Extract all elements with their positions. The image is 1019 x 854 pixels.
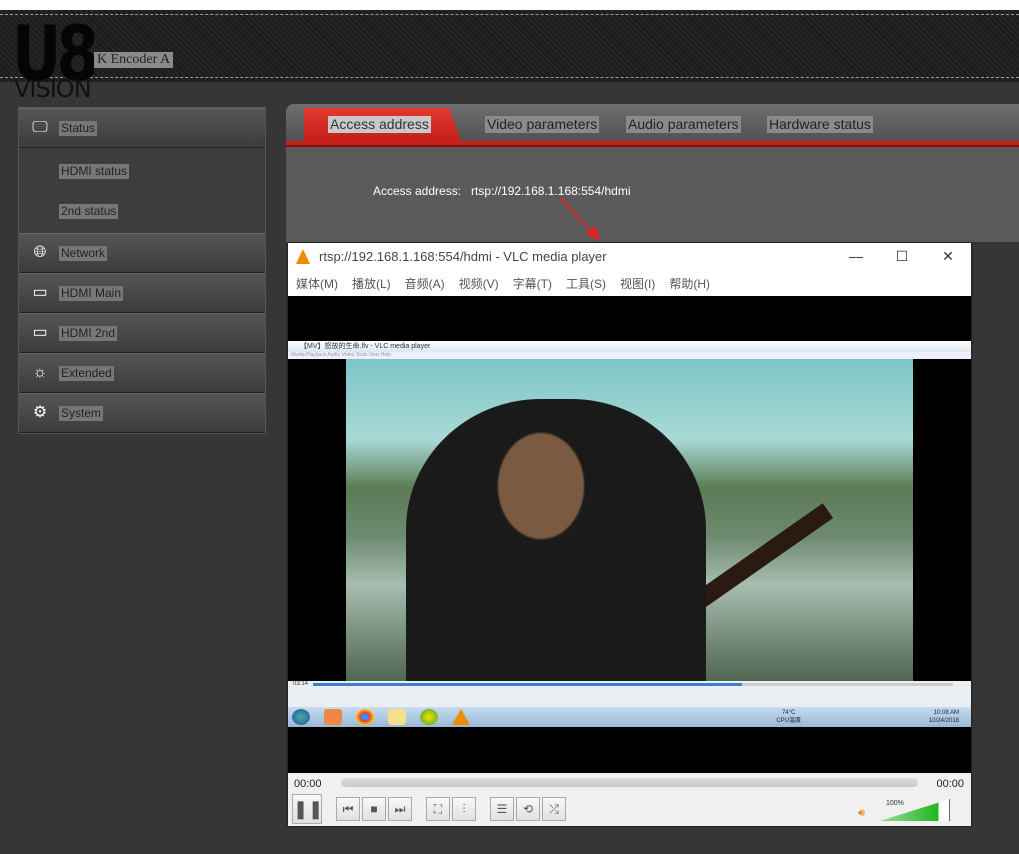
loop-button[interactable]: ⟲: [516, 797, 540, 821]
music-video-frame: [346, 359, 913, 681]
cpu-label: CPU温度: [776, 718, 801, 724]
menu-view[interactable]: 视图(I): [620, 275, 655, 292]
sidebar-item-system[interactable]: ⚙ System: [19, 393, 265, 433]
time-total: 00:00: [936, 778, 964, 790]
access-address-label: Access address:: [373, 184, 462, 198]
vlc-menubar: 媒体(M) 播放(L) 音频(A) 视频(V) 字幕(T) 工具(S) 视图(I) 帮助(H): [288, 270, 971, 296]
vlc-window: rtsp://192.168.1.168:554/hdmi - VLC medi…: [288, 243, 971, 826]
stop-button[interactable]: ■: [362, 797, 386, 821]
sidebar-item-hdmi-2nd[interactable]: ▭ HDMI 2nd: [19, 313, 265, 353]
menu-playback[interactable]: 播放(L): [352, 275, 391, 292]
sidebar-item-label: Network: [59, 245, 108, 261]
volume-percent: 100%: [886, 800, 904, 807]
inner-vlc-controls: 03:14: [288, 681, 971, 707]
status-submenu: HDMI status 2nd status: [19, 148, 265, 233]
logo-sub: VISION: [14, 75, 92, 103]
app-icon: [324, 709, 342, 725]
sidebar-item-hdmi-main[interactable]: ▭ HDMI Main: [19, 273, 265, 313]
start-icon: [292, 709, 310, 725]
sun-gear-icon: ☼: [32, 364, 48, 381]
inner-vlc-menu: Media Playback Audio Video Tools View He…: [288, 352, 971, 359]
vlc-title: rtsp://192.168.1.168:554/hdmi - VLC medi…: [319, 249, 607, 264]
sidebar-item-label: HDMI 2nd: [59, 325, 118, 341]
hdmi-icon: ▭: [32, 324, 48, 341]
header: U8 K Encoder A: [0, 10, 1019, 92]
equalizer-button[interactable]: ⫶: [452, 797, 476, 821]
access-address-value: rtsp://192.168.1.168:554/hdmi: [471, 184, 631, 198]
minimize-icon[interactable]: —: [833, 248, 879, 265]
next-button[interactable]: ⏭: [388, 797, 412, 821]
inner-vlc-title: 【MV】怒放的生命.flv - VLC media player: [288, 341, 971, 352]
top-strip: [0, 0, 1019, 10]
previous-button[interactable]: ⏮: [336, 797, 360, 821]
app-icon: [420, 709, 438, 725]
pause-button[interactable]: ❚❚: [292, 794, 323, 824]
folder-icon: [388, 709, 406, 725]
close-icon[interactable]: ✕: [925, 248, 971, 265]
streamed-desktop: 【MV】怒放的生命.flv - VLC media player Media P…: [288, 341, 971, 727]
sidebar-item-label: System: [59, 405, 104, 421]
inner-progress: [313, 683, 953, 686]
sidebar-subitem-hdmi-status[interactable]: HDMI status: [19, 164, 265, 204]
main-panel: Access address Video parameters Audio pa…: [286, 104, 1019, 242]
monitor-icon: 🖵: [32, 119, 48, 136]
cpu-temp: 74°C: [781, 710, 796, 716]
menu-tools[interactable]: 工具(S): [566, 275, 606, 292]
tab-hardware-status[interactable]: Hardware status: [767, 116, 873, 133]
globe-icon: 🌐︎: [33, 244, 47, 261]
menu-help[interactable]: 帮助(H): [669, 275, 710, 292]
vlc-cone-icon: [452, 709, 470, 725]
sidebar-item-network[interactable]: 🌐︎ Network: [19, 233, 265, 273]
sidebar-item-status[interactable]: 🖵 Status: [19, 108, 265, 148]
device-name: K Encoder A: [94, 52, 174, 68]
tab-access-address[interactable]: Access address: [328, 116, 431, 133]
menu-video[interactable]: 视频(V): [459, 275, 499, 292]
sidebar-item-extended[interactable]: ☼ Extended: [19, 353, 265, 393]
tab-video-parameters[interactable]: Video parameters: [485, 116, 600, 133]
menu-subtitle[interactable]: 字幕(T): [513, 275, 552, 292]
vlc-cone-icon: [296, 249, 310, 264]
clock-date: 10/24/2018: [928, 718, 959, 724]
tab-audio-parameters[interactable]: Audio parameters: [626, 116, 741, 133]
subitem-label: HDMI status: [59, 164, 130, 179]
maximize-icon[interactable]: ☐: [879, 248, 925, 265]
shuffle-button[interactable]: ⤮: [542, 797, 566, 821]
menu-media[interactable]: 媒体(M): [296, 275, 338, 292]
gear-icon: ⚙: [32, 404, 48, 421]
sidebar-item-label: HDMI Main: [59, 285, 124, 301]
speaker-icon[interactable]: 🔊︎: [858, 807, 865, 820]
subitem-label: 2nd status: [59, 204, 119, 219]
seek-bar[interactable]: [341, 778, 918, 787]
inner-time: 03:14: [293, 681, 309, 687]
vlc-titlebar: rtsp://192.168.1.168:554/hdmi - VLC medi…: [288, 243, 971, 270]
inner-taskbar: 74°C CPU温度 10:08 AM 10/24/2018: [288, 707, 971, 727]
fullscreen-button[interactable]: ⛶: [426, 797, 450, 821]
time-elapsed: 00:00: [294, 778, 322, 790]
playlist-button[interactable]: ☰: [490, 797, 514, 821]
sidebar-item-label: Status: [59, 120, 98, 136]
video-area[interactable]: 【MV】怒放的生命.flv - VLC media player Media P…: [288, 296, 971, 773]
clock-time: 10:08 AM: [933, 710, 959, 716]
hdmi-icon: ▭: [32, 284, 48, 301]
sidebar-item-label: Extended: [59, 365, 114, 381]
sidebar: 🖵 Status HDMI status 2nd status 🌐︎ Network…: [18, 107, 266, 434]
access-address-row: Access address: rtsp://192.168.1.168:554/…: [373, 184, 631, 198]
tab-bar: Access address Video parameters Audio pa…: [286, 104, 1019, 147]
menu-audio[interactable]: 音频(A): [405, 275, 445, 292]
chrome-icon: [356, 709, 374, 725]
vlc-controls: 00:00 00:00 ❚❚ ⏮ ■ ⏭ ⛶ ⫶ ☰ ⟲ ⤮ 🔊︎ 100%: [288, 773, 971, 826]
